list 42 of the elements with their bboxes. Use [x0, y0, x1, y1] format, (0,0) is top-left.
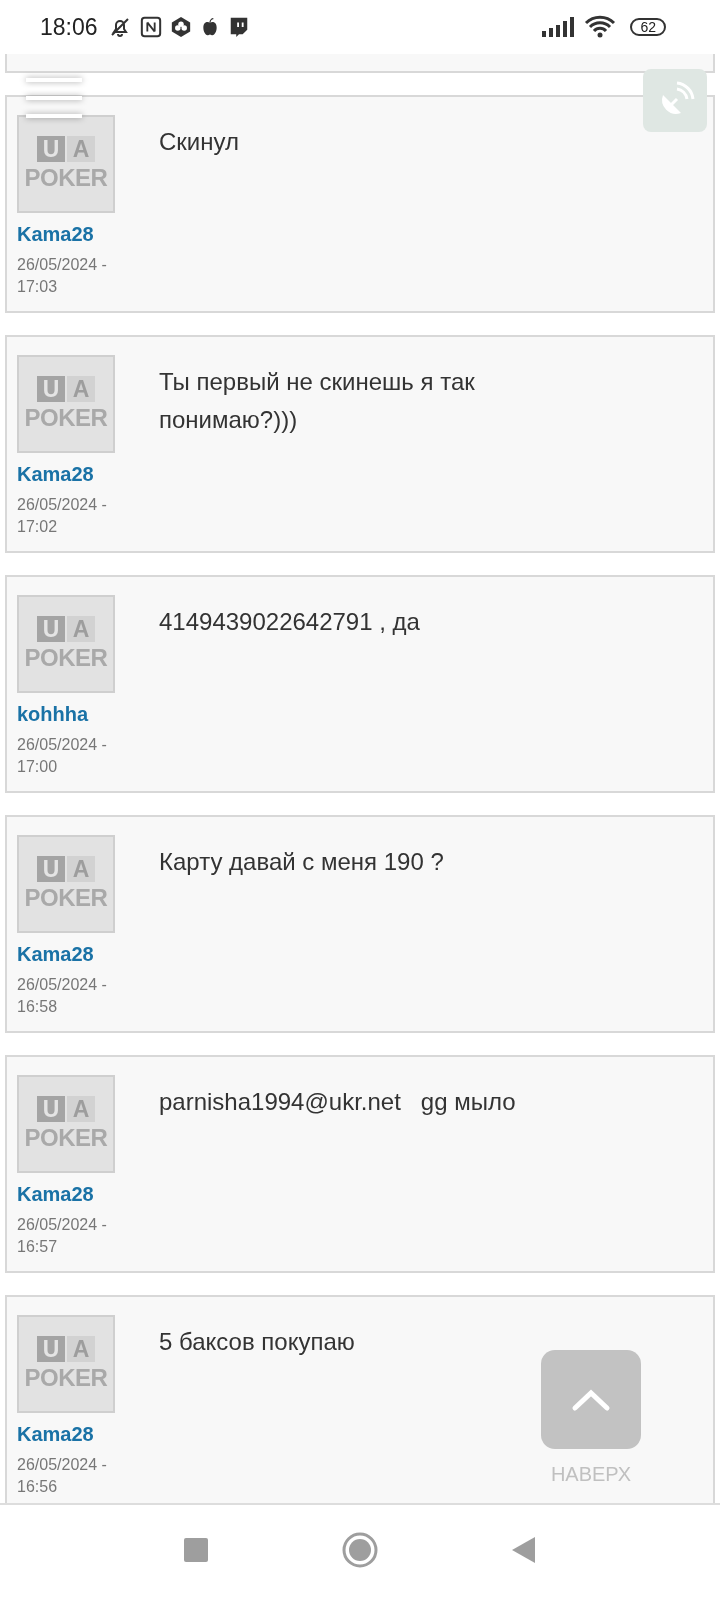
comment-text: 5 баксов покупаю [159, 1327, 355, 1357]
logo-caption: POKER [24, 164, 108, 192]
chevron-up-icon [571, 1387, 611, 1412]
logo-caption: POKER [24, 884, 108, 912]
home-icon[interactable] [342, 1531, 378, 1568]
comment-text: Скинул [159, 127, 239, 157]
signal-icon [542, 17, 577, 37]
logo-letter: U [37, 1336, 65, 1362]
logo-caption: POKER [24, 404, 108, 432]
comment-date: 26/05/2024 - 16:56 [17, 1455, 108, 1497]
comment-date: 26/05/2024 - 17:02 [17, 495, 108, 537]
recents-icon[interactable] [184, 1537, 208, 1562]
battery-level: 62 [630, 18, 666, 36]
logo-caption: POKER [24, 1364, 108, 1392]
logo-letter: U [37, 376, 65, 402]
nfc-icon [139, 16, 162, 38]
logo-letter: U [37, 136, 65, 162]
comment-date: 26/05/2024 - 17:00 [17, 735, 108, 777]
logo-caption: POKER [24, 1124, 108, 1152]
comment-text: Ты первый не скинешь я так понимаю?))) [159, 367, 476, 435]
logo-letter: U [37, 856, 65, 882]
menu-icon[interactable] [26, 78, 82, 118]
scroll-top-button[interactable] [541, 1350, 641, 1449]
logo-letter: U [37, 1096, 65, 1122]
comment-text: Карту давай с меня 190 ? [159, 847, 444, 877]
author-link[interactable]: Kama28 [17, 463, 149, 486]
author-link[interactable]: kohhha [17, 703, 149, 726]
author-link[interactable]: Kama28 [17, 943, 149, 966]
logo-caption: POKER [24, 644, 108, 672]
comment-date: 26/05/2024 - 17:03 [17, 255, 108, 297]
author-link[interactable]: Kama28 [17, 1423, 149, 1446]
comment-text: parnisha1994@ukr.net gg мыло [159, 1087, 516, 1117]
logo-letter: U [37, 616, 65, 642]
club-hexagon-icon [169, 16, 192, 38]
author-link[interactable]: Kama28 [17, 1183, 149, 1206]
back-icon[interactable] [512, 1536, 536, 1563]
comment-text: 4149439022642791 , да [159, 607, 420, 637]
author-link[interactable]: Kama28 [17, 223, 149, 246]
status-time: 18:06 [40, 13, 98, 41]
comment-date: 26/05/2024 - 16:58 [17, 975, 108, 1017]
wifi-icon [584, 15, 617, 39]
comment-date: 26/05/2024 - 16:57 [17, 1215, 108, 1257]
